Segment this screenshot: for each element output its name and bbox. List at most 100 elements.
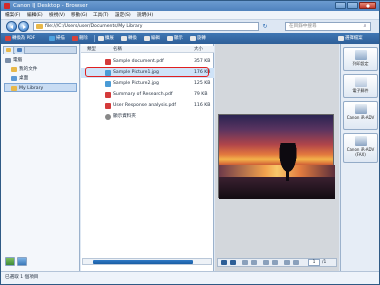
page-number-input[interactable]: 1 [308, 259, 320, 266]
search-input[interactable]: 在目錄中搜尋 ⌕ [285, 22, 371, 31]
close-button[interactable] [359, 2, 376, 9]
menu-view[interactable]: 檢視(V) [49, 12, 65, 19]
menu-bar: 檔案(F) 編輯(E) 檢視(V) 移動(G) 工具(T) 設定(S) 說明(H… [1, 11, 379, 20]
zoom-out-icon[interactable] [263, 260, 269, 265]
pdf-file-icon [105, 92, 111, 98]
column-size[interactable]: 大小 [194, 46, 203, 53]
page-total: /1 [322, 260, 327, 265]
file-row[interactable]: 顯示資料夾 [81, 112, 214, 122]
file-row[interactable]: Summary of Research.pdf 79 KB [81, 90, 214, 100]
address-bar: file:///C:/Users/user/Documents/My Libra… [1, 20, 379, 33]
gear-icon [105, 114, 111, 120]
file-size: 125 KB [194, 81, 211, 86]
email-button[interactable]: 電子郵件 [343, 74, 378, 98]
menu-tools[interactable]: 工具(T) [93, 12, 109, 19]
print-settings-label: 列印設定 [352, 61, 369, 66]
pdf-file-icon [105, 103, 111, 109]
folder-tab-icon [6, 48, 11, 52]
tree-item-desktop[interactable]: 桌面 [4, 74, 77, 83]
tab-search[interactable] [15, 47, 25, 54]
column-type[interactable]: 類型 [87, 46, 96, 53]
menu-go[interactable]: 移動(G) [71, 12, 87, 19]
first-page-icon[interactable] [251, 260, 257, 265]
tree-item-my-library[interactable]: My Library [4, 83, 77, 92]
folder-icon [11, 67, 17, 72]
mail-icon [354, 77, 367, 87]
tree-item-my-documents[interactable]: 我的文件 [4, 65, 77, 74]
rotate-button[interactable]: 旋轉 [189, 34, 206, 43]
expand-icon [98, 36, 104, 41]
expand-button[interactable]: 擴展 [97, 34, 114, 43]
scan-icon [49, 36, 55, 41]
tab-folders[interactable] [4, 47, 14, 54]
search-placeholder: 在目錄中搜尋 [289, 24, 317, 29]
forward-button[interactable] [18, 21, 29, 32]
file-row[interactable]: Sample Picture2.jpg 125 KB [81, 79, 214, 89]
file-name: User Response analysis.pdf [113, 103, 176, 108]
app-icon [4, 3, 10, 9]
minimize-button[interactable] [335, 2, 346, 9]
rotate-icon [190, 36, 196, 41]
file-name: Summary of Research.pdf [113, 92, 173, 97]
photo-view-icon[interactable] [17, 257, 27, 266]
file-row[interactable]: User Response analysis.pdf 116 KB [81, 101, 214, 111]
ground-silhouette [219, 177, 335, 199]
status-text: 已選取 1 個項目 [5, 275, 39, 280]
canon-adv-fax-button[interactable]: Canon iR-ADV (FAX) [343, 133, 378, 163]
pdf-icon [5, 36, 11, 41]
display-button[interactable]: 顯示 [166, 34, 183, 43]
menu-edit[interactable]: 編輯(E) [27, 12, 43, 19]
edit-button[interactable]: 編輯 [143, 34, 160, 43]
select-file-icon [338, 36, 344, 41]
tree-item-computer[interactable]: 電腦 [4, 56, 77, 65]
maximize-button[interactable] [347, 2, 358, 9]
last-page-icon[interactable] [293, 260, 299, 265]
edit-icon [144, 36, 150, 41]
select-file-label: 選擇檔案 [345, 36, 363, 41]
delete-button[interactable]: 刪除 [71, 34, 88, 43]
display-icon [167, 36, 173, 41]
zoom-in-icon[interactable] [272, 260, 278, 265]
column-name[interactable]: 名稱 [113, 46, 122, 53]
convert-pdf-button[interactable]: 轉換為 PDF [4, 34, 35, 43]
canon-adv-label: Canon iR-ADV [346, 115, 375, 120]
menu-help[interactable]: 說明(H) [137, 12, 153, 19]
back-button[interactable] [6, 21, 17, 32]
folder-tree: 電腦 我的文件 桌面 My Library [4, 56, 77, 92]
menu-settings[interactable]: 設定(S) [115, 12, 131, 19]
folder-icon [36, 24, 43, 29]
preview-image [218, 114, 335, 199]
rotate-label: 旋轉 [197, 36, 206, 41]
refresh-icon[interactable]: ↻ [261, 23, 269, 30]
selection-highlight [85, 67, 209, 77]
menu-file[interactable]: 檔案(F) [5, 12, 20, 19]
search-icon[interactable]: ⌕ [361, 23, 369, 30]
convert-label: 轉換 [128, 36, 137, 41]
next-page-icon[interactable] [284, 260, 290, 265]
print-settings-button[interactable]: 列印設定 [343, 47, 378, 71]
scrollbar-thumb[interactable] [93, 260, 193, 264]
canon-adv-button[interactable]: Canon iR-ADV [343, 101, 378, 130]
toolbar: 轉換為 PDF 掃描 刪除 擴展 轉換 編輯 顯示 旋轉 選擇檔案 [1, 33, 379, 44]
file-name: Sample document.pdf [113, 59, 164, 64]
address-input[interactable]: file:///C:/Users/user/Documents/My Libra… [33, 22, 259, 31]
zoom-icon[interactable] [230, 260, 236, 265]
toolbar-divider [94, 35, 95, 42]
fit-icon[interactable] [221, 260, 227, 265]
prev-page-icon[interactable] [242, 260, 248, 265]
scan-button[interactable]: 掃描 [48, 34, 65, 43]
convert-button[interactable]: 轉換 [120, 34, 137, 43]
title-bar: Canon IJ Desktop - Browser [1, 1, 379, 11]
expand-label: 擴展 [105, 36, 114, 41]
column-header: 類型 名稱 大小 [81, 46, 214, 53]
horizontal-scrollbar[interactable] [82, 258, 212, 265]
file-name: Sample Picture2.jpg [113, 81, 159, 86]
select-file-button[interactable]: 選擇檔案 [337, 34, 363, 43]
file-size: 357 KB [194, 59, 211, 64]
printer-icon [354, 50, 367, 60]
canon-adv-fax-label: Canon iR-ADV (FAX) [346, 147, 375, 157]
action-panel: 列印設定 電子郵件 Canon iR-ADV Canon iR-ADV (FAX… [340, 44, 379, 271]
file-size: 116 KB [194, 103, 211, 108]
thumbnail-view-icon[interactable] [5, 257, 15, 266]
file-row[interactable]: Sample document.pdf 357 KB [81, 57, 214, 67]
